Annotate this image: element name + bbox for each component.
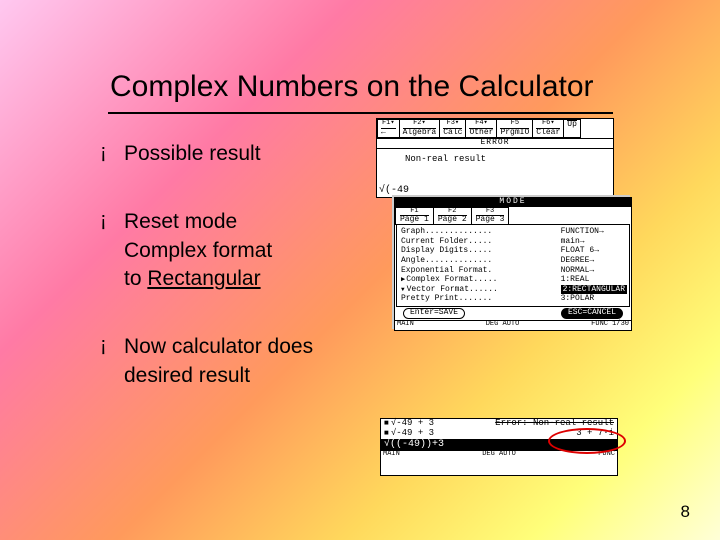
- bullet-text: Now calculator does desired result: [124, 333, 313, 390]
- bullet-marker-icon: ¡: [100, 333, 124, 357]
- calc-screenshot-error: F1▾← F2▾Algebra F3▾Calc F4▾Other F5PrgmI…: [376, 118, 614, 198]
- enter-save-button: Enter=SAVE: [403, 308, 465, 319]
- entry-line: √((-49))+3: [381, 439, 617, 450]
- bullet-item: ¡ Possible result: [100, 140, 380, 168]
- bullet-marker-icon: ¡: [100, 208, 124, 232]
- entry-preview: √(-49: [379, 185, 409, 196]
- bullet-item: ¡ Reset mode Complex format to Rectangul…: [100, 208, 380, 293]
- status-bar: MAIN DEG AUTO FUNC: [381, 450, 617, 459]
- bullet-item: ¡ Now calculator does desired result: [100, 333, 380, 390]
- error-message: Non-real result: [377, 149, 613, 169]
- complex-answer: 3 + 7·i: [576, 429, 614, 439]
- status-bar: MAIN DEG AUTO FUNC 1/30: [395, 320, 631, 329]
- bullet-list: ¡ Possible result ¡ Reset mode Complex f…: [100, 140, 380, 430]
- esc-cancel-button: ESC=CANCEL: [561, 308, 623, 319]
- bullet-marker-icon: ¡: [100, 140, 124, 164]
- mode-title: MODE: [395, 198, 631, 207]
- mode-page-tabs: F1Page 1 F2Page 2 F3Page 3: [395, 207, 631, 225]
- bullet-text: Reset mode Complex format to Rectangular: [124, 208, 272, 293]
- mode-body: Graph.............. Current Folder..... …: [396, 224, 630, 307]
- selected-option: 2:RECTANGULAR: [561, 285, 627, 294]
- slide-number: 8: [681, 502, 690, 522]
- error-header: ERROR: [377, 138, 613, 149]
- calc-screenshot-mode: MODE F1Page 1 F2Page 2 F3Page 3 Graph...…: [394, 197, 632, 331]
- slide-title: Complex Numbers on the Calculator: [110, 70, 660, 104]
- title-underline: [108, 112, 613, 114]
- history-row: √-49 + 3 3 + 7·i: [381, 429, 617, 439]
- bullet-text: Possible result: [124, 140, 261, 168]
- slide: Complex Numbers on the Calculator ¡ Poss…: [0, 0, 720, 540]
- calc-screenshot-result: √-49 + 3 Error: Non-real result √-49 + 3…: [380, 418, 618, 476]
- calc-menu: F1▾← F2▾Algebra F3▾Calc F4▾Other F5PrgmI…: [377, 119, 613, 138]
